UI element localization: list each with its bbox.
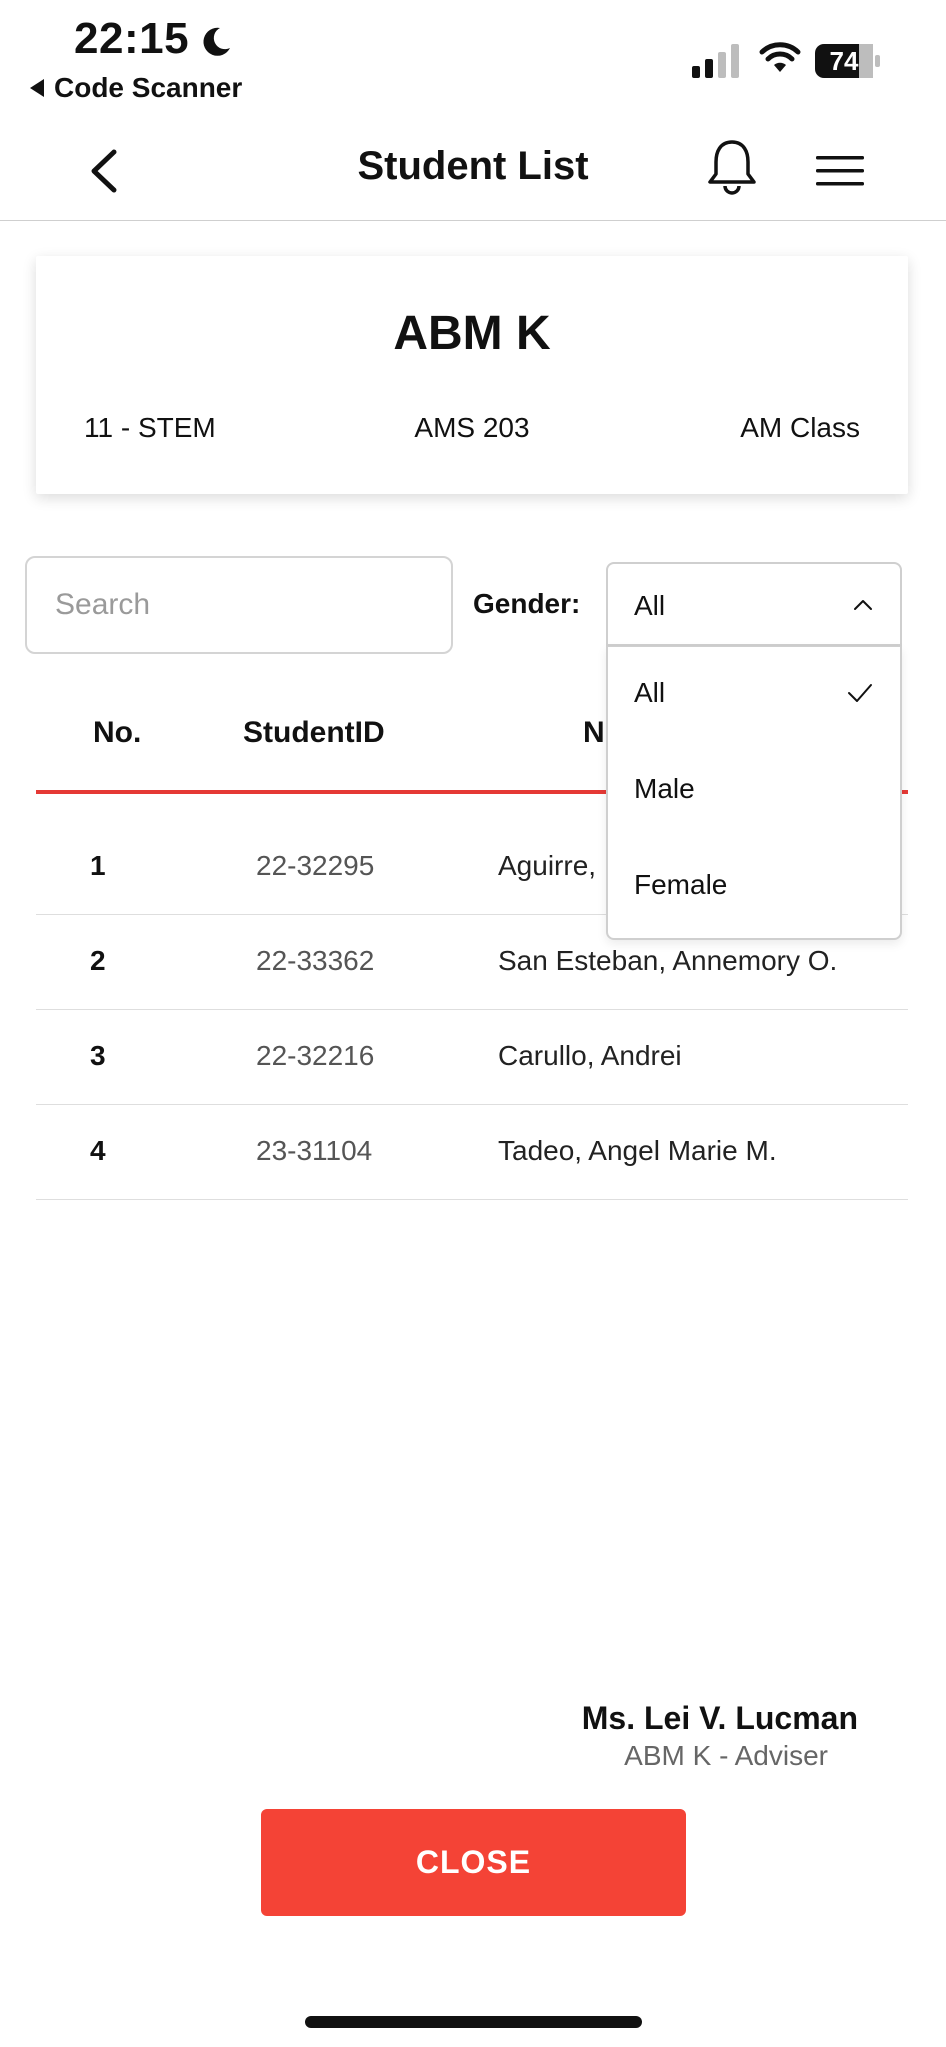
status-time: 22:15 (74, 14, 190, 63)
gender-option-all[interactable]: All (608, 647, 900, 743)
bell-icon[interactable] (706, 138, 758, 196)
row-number: 4 (90, 1135, 106, 1166)
wifi-icon (759, 42, 801, 72)
column-header-no: No. (93, 716, 142, 749)
cellular-signal-icon (692, 44, 739, 78)
student-name: Carullo, Andrei (498, 1040, 682, 1071)
table-row[interactable]: 3 22-32216 Carullo, Andrei (36, 1010, 908, 1105)
student-id: 22-32216 (256, 1040, 375, 1071)
class-name: ABM K (393, 307, 551, 360)
option-label: Male (634, 773, 695, 804)
option-label: All (634, 677, 666, 708)
close-button[interactable]: CLOSE (261, 1809, 686, 1916)
back-to-app-link[interactable]: Code Scanner (30, 72, 242, 104)
battery-icon: 74 (815, 44, 881, 78)
gender-dropdown: All Male Female (606, 646, 902, 940)
row-number: 1 (90, 850, 106, 881)
option-label: Female (634, 869, 728, 900)
row-number: 2 (90, 945, 106, 976)
home-indicator[interactable] (305, 2016, 642, 2028)
adviser-role: ABM K - Adviser (624, 1740, 828, 1771)
search-input[interactable] (25, 556, 453, 654)
student-name: Aguirre, (498, 850, 597, 881)
session: AM Class (740, 412, 860, 443)
back-triangle-icon (30, 79, 44, 97)
battery-level: 74 (829, 46, 859, 76)
adviser-name: Ms. Lei V. Lucman (581, 1700, 858, 1736)
column-header-studentid: StudentID (243, 716, 385, 749)
student-id: 22-33362 (256, 945, 375, 976)
student-name: Tadeo, Angel Marie M. (498, 1135, 777, 1166)
student-id: 22-32295 (256, 850, 375, 881)
row-number: 3 (90, 1040, 106, 1071)
hamburger-menu-icon[interactable] (816, 154, 864, 188)
gender-select[interactable]: All (606, 562, 902, 646)
gender-selected-value: All (634, 590, 666, 621)
moon-icon (203, 27, 230, 56)
nav-bar: Student List (0, 110, 946, 221)
gender-option-male[interactable]: Male (608, 743, 900, 839)
table-row[interactable]: 4 23-31104 Tadeo, Angel Marie M. (36, 1105, 908, 1200)
column-header-name: N (583, 716, 605, 749)
chevron-up-icon (854, 600, 872, 610)
page-title: Student List (357, 144, 589, 188)
class-info-card: ABM K 11 - STEM AMS 203 AM Class (36, 256, 908, 494)
checkmark-icon (848, 684, 872, 702)
back-app-label: Code Scanner (54, 72, 243, 103)
student-name: San Esteban, Annemory O. (498, 945, 838, 976)
gender-label: Gender: (473, 588, 581, 619)
gender-option-female[interactable]: Female (608, 839, 900, 935)
student-id: 23-31104 (256, 1135, 373, 1166)
